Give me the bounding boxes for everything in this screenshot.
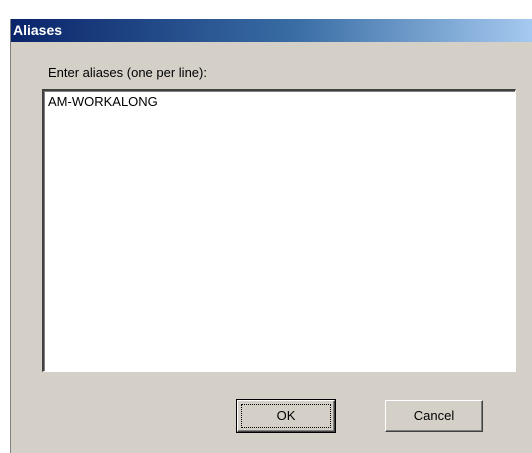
ok-button[interactable]: OK (236, 399, 336, 433)
aliases-textarea[interactable]: AM-WORKALONG (42, 89, 516, 372)
cancel-button[interactable]: Cancel (385, 400, 483, 432)
dialog-title: Aliases (13, 22, 63, 38)
focus-rectangle (241, 404, 331, 428)
title-bar[interactable]: Aliases (11, 19, 532, 42)
aliases-dialog: Aliases Enter aliases (one per line): AM… (10, 19, 532, 453)
cancel-button-label: Cancel (413, 408, 455, 423)
aliases-label: Enter aliases (one per line): (48, 65, 207, 80)
